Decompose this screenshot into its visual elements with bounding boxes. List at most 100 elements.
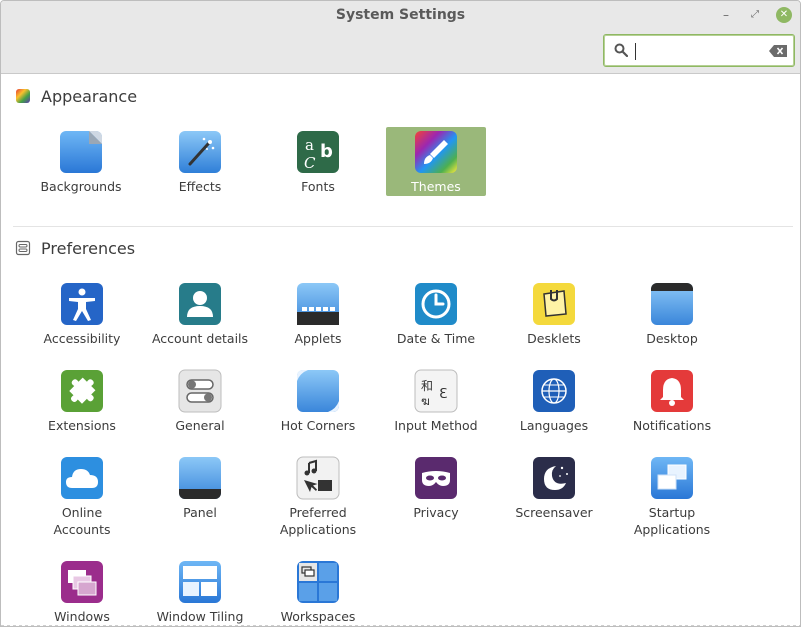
svg-text:b: b: [320, 141, 333, 162]
toggles-icon: [178, 369, 222, 413]
tile-label-line-2: Applications: [633, 522, 711, 537]
search-input[interactable]: [634, 41, 764, 61]
tile-label-line-1: Startup: [648, 505, 696, 520]
globe-icon: [533, 370, 575, 412]
tile-label: Languages: [519, 418, 589, 433]
panel-icon: [179, 457, 221, 499]
tile-label: Panel: [183, 505, 217, 520]
tile-startup-applications[interactable]: Startup Applications: [622, 453, 722, 538]
tile-input-method[interactable]: 和 ฆ ℇ Input Method: [386, 366, 486, 434]
desktop-icon: [651, 283, 693, 325]
window-title: System Settings: [335, 7, 466, 23]
tile-notifications[interactable]: Notifications: [622, 366, 722, 434]
appearance-icon: [16, 89, 30, 103]
tile-panel[interactable]: Panel: [150, 453, 250, 521]
preferences-section-header: Preferences: [15, 237, 135, 259]
tile-label: Workspaces: [280, 609, 356, 624]
mask-icon: [415, 457, 457, 499]
window-tiling-icon: [179, 561, 221, 603]
tile-fonts[interactable]: a b C Fonts: [268, 127, 368, 195]
svg-text:C: C: [304, 154, 316, 172]
clock-icon: [415, 283, 457, 325]
tile-label: Online Accounts: [53, 505, 111, 537]
tile-languages[interactable]: Languages: [504, 366, 604, 434]
input-method-icon: 和 ฆ ℇ: [414, 369, 458, 413]
tile-label: Backgrounds: [40, 179, 122, 194]
appearance-section-header: Appearance: [15, 85, 137, 107]
preferences-title: Preferences: [41, 238, 136, 258]
bell-icon: [651, 370, 693, 412]
search-box[interactable]: [603, 34, 795, 67]
close-button[interactable]: ✕: [776, 7, 792, 23]
tile-online-accounts[interactable]: Online Accounts: [32, 453, 132, 538]
svg-text:ℇ: ℇ: [439, 386, 448, 402]
tile-date-time[interactable]: Date & Time: [386, 279, 486, 347]
tile-desktop[interactable]: Desktop: [622, 279, 722, 347]
svg-text:ฆ: ฆ: [421, 394, 430, 408]
tile-label: Screensaver: [515, 505, 593, 520]
clear-search-icon[interactable]: [769, 45, 787, 57]
svg-text:和: 和: [421, 379, 433, 393]
tile-label: Accessibility: [43, 331, 121, 346]
applets-icon: [297, 283, 339, 325]
backgrounds-icon: [60, 131, 102, 173]
titlebar: System Settings – ⤢ ✕: [1, 1, 800, 74]
svg-text:a: a: [305, 136, 314, 154]
minimize-button[interactable]: –: [717, 7, 735, 23]
tile-label: Windows: [54, 609, 110, 624]
cloud-icon: [61, 457, 103, 499]
tile-applets[interactable]: Applets: [268, 279, 368, 347]
text-caret: [635, 43, 636, 60]
workspaces-icon: [297, 561, 339, 603]
system-settings-window: System Settings – ⤢ ✕ Appearance Backgro…: [0, 0, 801, 627]
tile-label-line-1: Preferred: [289, 505, 347, 520]
tile-extensions[interactable]: Extensions: [32, 366, 132, 434]
tile-label-line-2: Applications: [279, 522, 357, 537]
tile-privacy[interactable]: Privacy: [386, 453, 486, 521]
tile-desklets[interactable]: Desklets: [504, 279, 604, 347]
effects-icon: [179, 131, 221, 173]
tile-screensaver[interactable]: Screensaver: [504, 453, 604, 521]
tile-label: General: [175, 418, 225, 433]
tile-backgrounds[interactable]: Backgrounds: [31, 127, 131, 195]
tile-hot-corners[interactable]: Hot Corners: [268, 366, 368, 434]
tile-label: Account details: [151, 331, 249, 346]
section-divider: [13, 226, 793, 227]
preferred-apps-icon: [296, 456, 340, 500]
tile-window-tiling[interactable]: Window Tiling: [150, 557, 250, 625]
desklets-icon: [533, 283, 575, 325]
appearance-title: Appearance: [41, 86, 138, 106]
tile-preferred-applications[interactable]: Preferred Applications: [268, 453, 368, 538]
account-details-icon: [179, 283, 221, 325]
hot-corners-icon: [297, 370, 339, 412]
themes-icon: [415, 131, 457, 173]
tile-label: Date & Time: [396, 331, 476, 346]
tile-label: Applets: [294, 331, 342, 346]
maximize-button[interactable]: ⤢: [746, 7, 764, 23]
fonts-icon: a b C: [297, 131, 339, 173]
tile-label: Input Method: [394, 418, 478, 433]
tile-label: Window Tiling: [156, 609, 244, 624]
tile-label: Effects: [178, 179, 222, 194]
tile-effects[interactable]: Effects: [150, 127, 250, 195]
moon-icon: [533, 457, 575, 499]
puzzle-icon: [61, 370, 103, 412]
tile-general[interactable]: General: [150, 366, 250, 434]
tile-label: Extensions: [48, 418, 116, 433]
tile-label: Hot Corners: [280, 418, 356, 433]
tile-themes[interactable]: Themes: [386, 127, 486, 196]
tile-label: Desktop: [646, 331, 698, 346]
preferences-icon: [15, 240, 31, 256]
startup-apps-icon: [651, 457, 693, 499]
tile-workspaces[interactable]: Workspaces: [268, 557, 368, 625]
windows-icon: [61, 561, 103, 603]
accessibility-icon: [61, 283, 103, 325]
tile-account-details[interactable]: Account details: [150, 279, 250, 347]
tile-windows[interactable]: Windows: [32, 557, 132, 625]
tile-label: Themes: [411, 179, 461, 194]
tile-label: Fonts: [301, 179, 335, 194]
tile-label: Desklets: [527, 331, 581, 346]
tile-label: Privacy: [413, 505, 459, 520]
tile-accessibility[interactable]: Accessibility: [32, 279, 132, 347]
tile-label: Notifications: [632, 418, 712, 433]
